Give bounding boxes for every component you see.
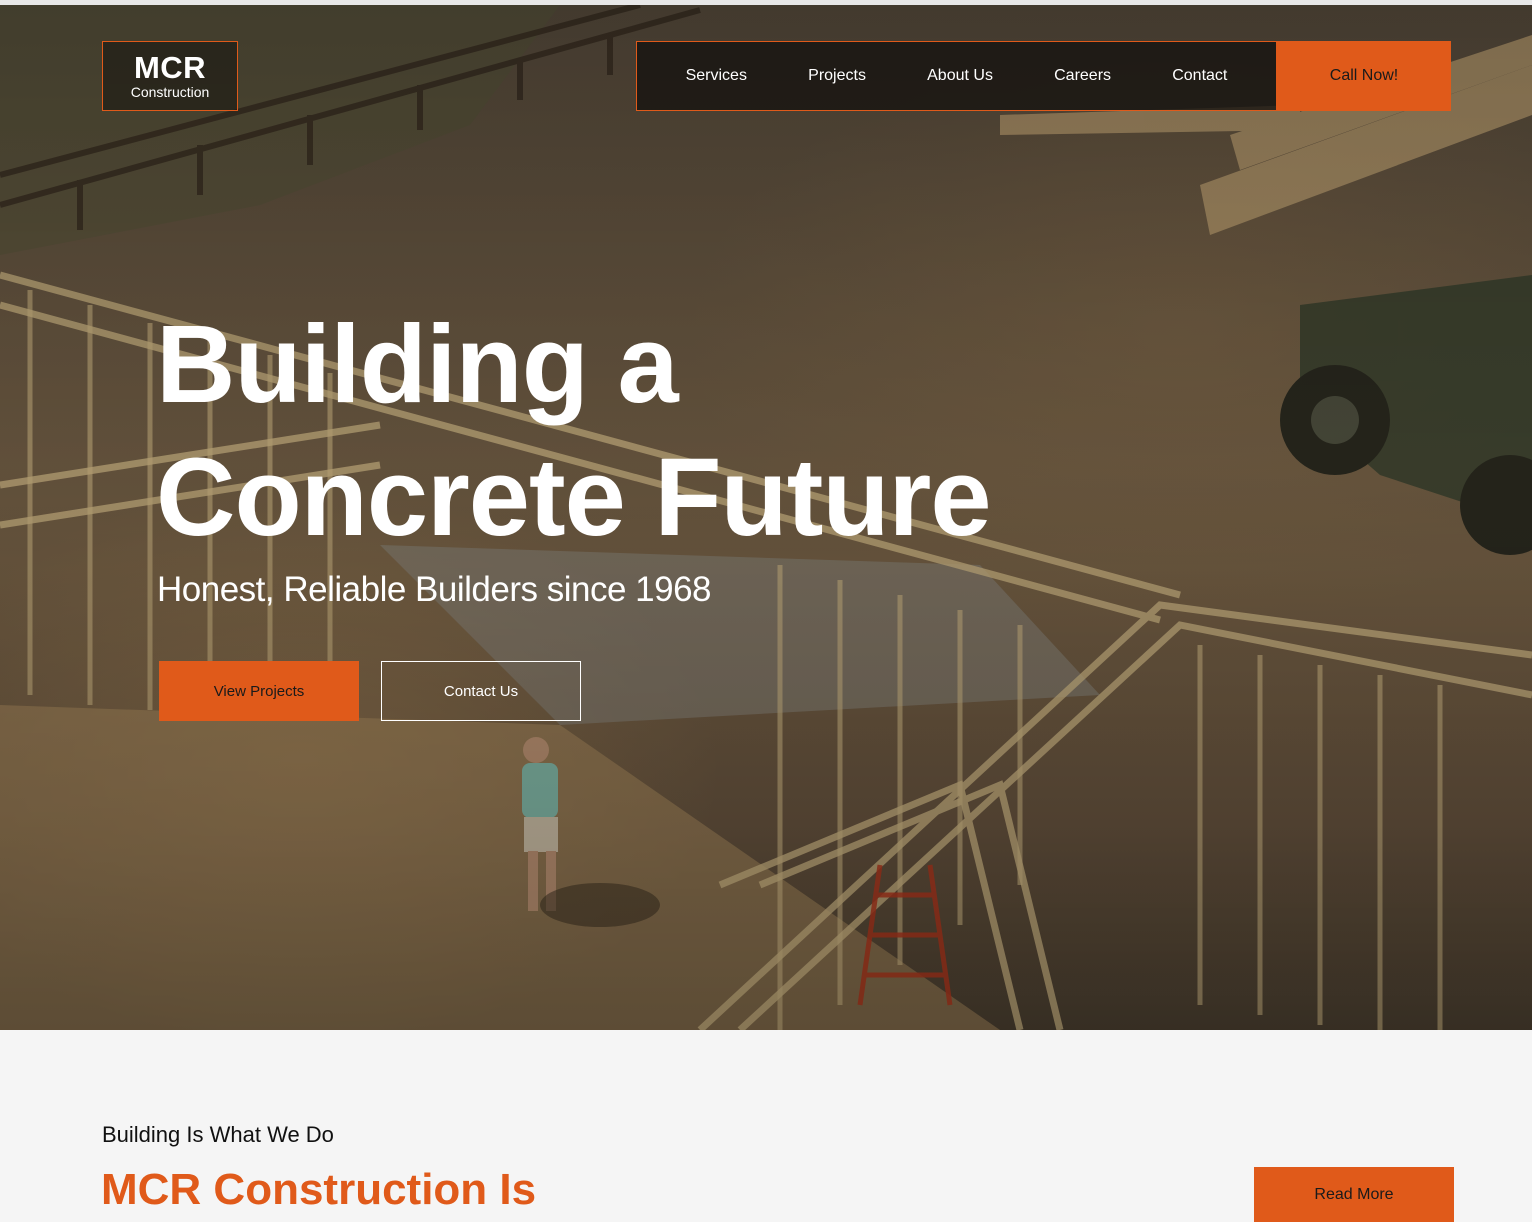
nav-item-services[interactable]: Services: [686, 67, 747, 85]
hero-headline: Building a Concrete Future: [156, 298, 1156, 564]
intro-section: Building Is What We Do MCR Construction …: [0, 1030, 1532, 1222]
view-projects-button[interactable]: View Projects: [159, 661, 359, 721]
section-eyebrow: Building Is What We Do: [102, 1122, 334, 1147]
call-now-button[interactable]: Call Now!: [1277, 41, 1451, 111]
hero-headline-line1: Building a: [156, 303, 679, 426]
logo-subtitle: Construction: [130, 84, 210, 100]
section-title: MCR Construction Is: [101, 1165, 537, 1214]
nav-item-careers[interactable]: Careers: [1054, 67, 1111, 85]
nav-item-contact[interactable]: Contact: [1172, 67, 1227, 85]
hero-subheadline: Honest, Reliable Builders since 1968: [157, 570, 712, 609]
logo-title: MCR: [133, 50, 207, 85]
nav-item-about-us[interactable]: About Us: [927, 67, 993, 85]
nav-item-projects[interactable]: Projects: [808, 67, 866, 85]
read-more-button[interactable]: Read More: [1254, 1167, 1454, 1222]
main-navigation: Services Projects About Us Careers Conta…: [636, 41, 1277, 111]
hero-headline-line2: Concrete Future: [156, 436, 992, 559]
contact-us-button[interactable]: Contact Us: [381, 661, 581, 721]
site-logo[interactable]: MCR Construction: [102, 41, 238, 111]
